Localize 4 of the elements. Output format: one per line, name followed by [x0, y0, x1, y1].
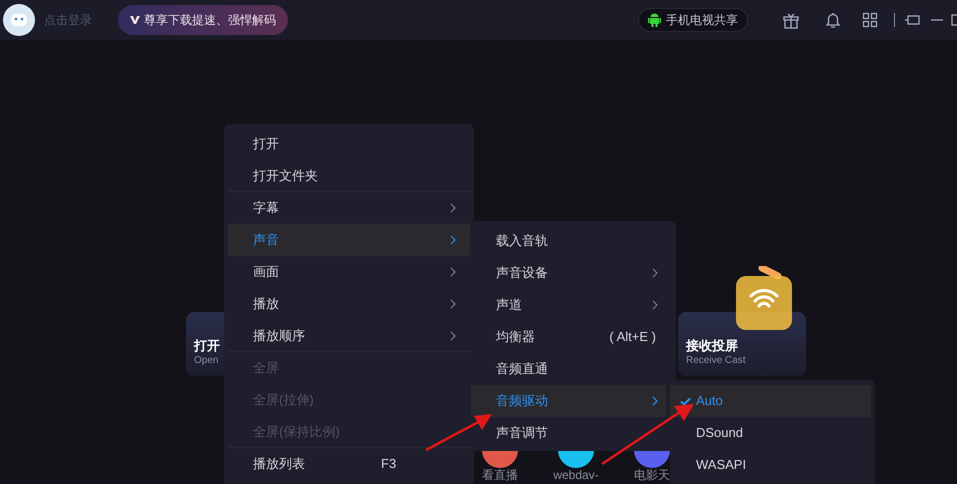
- card-subtitle: Receive Cast: [686, 354, 746, 368]
- card-title: 接收投屏: [686, 338, 738, 354]
- card-subtitle: Open: [194, 354, 218, 368]
- card-title: 打开: [194, 338, 220, 354]
